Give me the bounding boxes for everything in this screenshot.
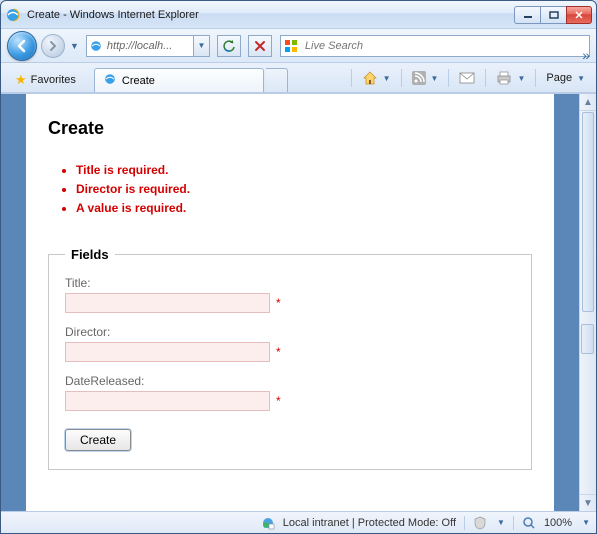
- toolbar-overflow-icon[interactable]: »: [582, 47, 590, 63]
- page-menu-button[interactable]: Page ▼: [541, 67, 590, 89]
- recent-pages-dropdown[interactable]: ▼: [69, 41, 82, 51]
- scroll-thumb[interactable]: [582, 112, 594, 312]
- read-mail-button[interactable]: [454, 67, 480, 89]
- page-margin-left: [1, 94, 26, 511]
- required-mark: *: [276, 394, 281, 408]
- validation-error: Director is required.: [76, 180, 532, 199]
- tab-bar: ★ Favorites Create ▼ ▼: [1, 63, 596, 93]
- title-label: Title:: [65, 276, 515, 290]
- vertical-scrollbar[interactable]: ▲ ▼: [579, 94, 596, 511]
- address-bar[interactable]: [86, 35, 194, 57]
- ie-logo-icon: [5, 7, 21, 23]
- home-button[interactable]: ▼: [357, 67, 396, 89]
- protected-mode-icon[interactable]: [473, 516, 487, 530]
- scroll-up-arrow[interactable]: ▲: [580, 94, 596, 111]
- command-bar: ▼ ▼ ▼ Page ▼: [348, 63, 590, 93]
- title-input[interactable]: [65, 293, 270, 313]
- validation-error: A value is required.: [76, 199, 532, 218]
- address-dropdown[interactable]: ▼: [194, 35, 210, 57]
- search-input[interactable]: [303, 39, 587, 53]
- titlebar: Create - Windows Internet Explorer: [1, 1, 596, 29]
- scroll-marker: [581, 324, 594, 354]
- tab-favicon: [103, 72, 117, 89]
- new-tab-button[interactable]: [266, 68, 288, 92]
- search-box[interactable]: [280, 35, 590, 57]
- refresh-button[interactable]: [217, 35, 241, 57]
- page-heading: Create: [48, 118, 532, 139]
- security-zone: Local intranet | Protected Mode: Off: [283, 517, 456, 529]
- validation-error: Title is required.: [76, 161, 532, 180]
- fields-fieldset: Fields Title: * Director: *: [48, 247, 532, 470]
- feeds-button[interactable]: ▼: [407, 67, 444, 89]
- favorites-button[interactable]: ★ Favorites: [7, 68, 84, 92]
- tab-title: Create: [122, 75, 155, 87]
- datereleased-input[interactable]: [65, 391, 270, 411]
- fieldset-legend: Fields: [65, 247, 115, 262]
- required-mark: *: [276, 345, 281, 359]
- datereleased-label: DateReleased:: [65, 374, 515, 388]
- forward-button[interactable]: [41, 34, 65, 58]
- zoom-level[interactable]: 100%: [544, 517, 572, 529]
- zoom-dropdown[interactable]: ▼: [582, 518, 590, 527]
- protected-mode-dropdown[interactable]: ▼: [497, 518, 505, 527]
- status-bar: Local intranet | Protected Mode: Off ▼ 1…: [1, 511, 596, 533]
- nav-toolbar: ▼ ▼: [1, 29, 596, 63]
- scroll-down-arrow[interactable]: ▼: [580, 494, 596, 511]
- address-input[interactable]: [105, 39, 191, 53]
- stop-button[interactable]: [248, 35, 272, 57]
- tab-create[interactable]: Create: [94, 68, 264, 92]
- director-label: Director:: [65, 325, 515, 339]
- required-mark: *: [276, 296, 281, 310]
- maximize-button[interactable]: [540, 6, 566, 24]
- validation-summary: Title is required. Director is required.…: [48, 161, 532, 219]
- minimize-button[interactable]: [514, 6, 540, 24]
- print-button[interactable]: ▼: [491, 67, 530, 89]
- favorites-label: Favorites: [31, 74, 76, 86]
- page-margin-right: [554, 94, 579, 511]
- back-button[interactable]: [7, 31, 37, 61]
- zone-icon: [261, 516, 275, 530]
- create-button[interactable]: Create: [65, 429, 131, 451]
- star-icon: ★: [15, 72, 27, 88]
- window-title: Create - Windows Internet Explorer: [27, 9, 514, 21]
- page-body: Create Title is required. Director is re…: [26, 94, 554, 511]
- director-input[interactable]: [65, 342, 270, 362]
- page-menu-label: Page: [546, 72, 572, 84]
- zoom-icon: [522, 516, 536, 530]
- close-button[interactable]: [566, 6, 592, 24]
- viewport: Create Title is required. Director is re…: [1, 93, 596, 511]
- page-icon: [89, 39, 103, 53]
- live-search-icon: [283, 38, 299, 54]
